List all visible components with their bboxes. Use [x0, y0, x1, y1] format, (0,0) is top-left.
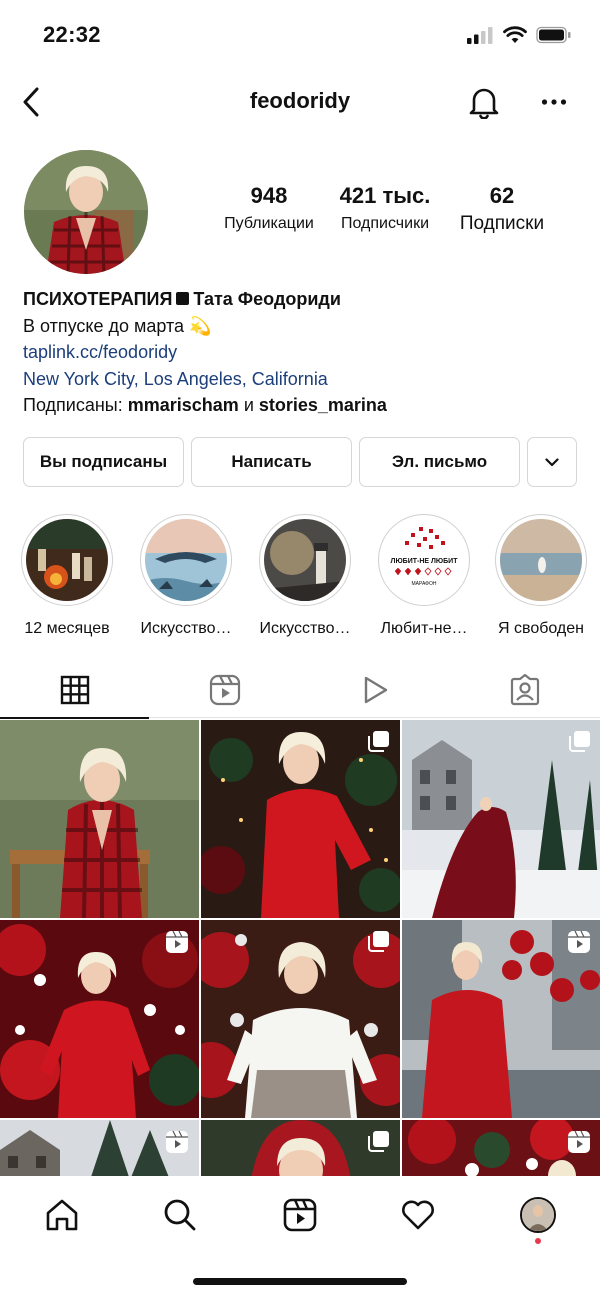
post-thumbnail[interactable]	[402, 1120, 600, 1176]
home-indicator	[193, 1278, 407, 1285]
reel-icon	[166, 930, 188, 953]
profile-tabs	[0, 662, 600, 719]
highlight-cover	[145, 519, 227, 601]
bio-status-text: В отпуске до марта	[23, 315, 185, 336]
followed-by-separator: и	[238, 395, 259, 415]
followers-count-value: 421 тыс.	[339, 183, 431, 208]
highlight-label: Любит-не…	[380, 620, 468, 637]
nav-profile[interactable]	[508, 1194, 568, 1236]
profile-avatar[interactable]	[24, 150, 148, 274]
nav-reels[interactable]	[270, 1194, 330, 1236]
highlight-label: Искусство…	[140, 620, 232, 637]
profile-username: feodoridy	[249, 88, 351, 113]
following-button[interactable]: Вы подписаны	[23, 437, 184, 487]
highlight-cover	[500, 519, 582, 601]
reel-icon	[568, 1130, 590, 1153]
following-count-value: 62	[489, 183, 515, 208]
post-thumbnail[interactable]	[402, 720, 600, 918]
carousel-icon	[569, 731, 590, 752]
reels-icon	[209, 674, 241, 706]
highlight-label: Искусство…	[259, 620, 351, 637]
profile-notification-dot	[535, 1238, 541, 1244]
highlight-art-title: ЛЮБИТ-НЕ ЛЮБИТ	[391, 558, 459, 565]
notifications-button[interactable]	[466, 82, 502, 122]
nav-search[interactable]	[150, 1194, 210, 1236]
chevron-down-icon	[545, 457, 559, 466]
cellular-signal-icon	[467, 27, 493, 44]
highlight-label: Я свободен	[498, 620, 584, 637]
battery-icon	[536, 26, 571, 44]
reels-icon	[283, 1198, 317, 1232]
profile-bio: ПСИХОТЕРАПИЯ Тата Феодориди В отпуске до …	[23, 286, 583, 419]
suggested-accounts-button[interactable]	[527, 437, 577, 487]
posts-count-value: 948	[250, 183, 288, 208]
following-count[interactable]: 62 Подписки	[446, 183, 558, 235]
dizzy-emoji-icon: 💫	[189, 315, 212, 336]
following-count-label: Подписки	[459, 213, 545, 234]
profile-header: feodoridy	[0, 78, 600, 126]
email-button[interactable]: Эл. письмо	[359, 437, 520, 487]
profile-avatar-small	[520, 1197, 556, 1233]
message-button[interactable]: Написать	[191, 437, 352, 487]
followers-count[interactable]: 421 тыс. Подписчики	[330, 183, 440, 233]
bio-name-part2: Тата Феодориди	[193, 289, 341, 309]
reel-icon	[166, 1130, 188, 1153]
heart-icon	[402, 1200, 434, 1230]
highlight-cover	[26, 519, 108, 601]
post-thumbnail[interactable]	[201, 920, 400, 1118]
tagged-user-icon	[510, 674, 540, 706]
nav-home[interactable]	[32, 1194, 92, 1236]
highlight-item[interactable]: Искусство…	[246, 514, 364, 638]
search-icon	[164, 1199, 196, 1231]
posts-grid	[0, 720, 600, 1176]
highlight-item[interactable]: ЛЮБИТ-НЕ ЛЮБИТ МАРАФОН Любит-не…	[365, 514, 483, 638]
active-tab-indicator	[0, 717, 149, 719]
bell-icon	[469, 88, 499, 119]
black-square-icon	[176, 292, 190, 306]
highlight-cover: ЛЮБИТ-НЕ ЛЮБИТ МАРАФОН	[383, 519, 465, 601]
more-horizontal-icon	[541, 99, 567, 105]
post-thumbnail[interactable]	[0, 1120, 199, 1176]
posts-count[interactable]: 948 Публикации	[212, 183, 326, 233]
bio-name: ПСИХОТЕРАПИЯ Тата Феодориди	[23, 286, 583, 313]
highlight-item[interactable]: Я свободен	[482, 514, 600, 638]
highlight-label: 12 месяцев	[24, 620, 110, 637]
followers-count-label: Подписчики	[340, 215, 429, 232]
status-icons	[466, 26, 572, 44]
followed-by-user-1: mmarischam	[127, 395, 239, 415]
more-options-button[interactable]	[536, 82, 572, 122]
wifi-icon	[503, 26, 527, 43]
tab-tagged[interactable]	[450, 662, 600, 718]
highlight-item[interactable]: 12 месяцев	[8, 514, 126, 638]
bio-name-part1: ПСИХОТЕРАПИЯ	[23, 289, 173, 309]
tab-posts-grid[interactable]	[0, 662, 150, 719]
bio-link[interactable]: taplink.cc/feodoridy	[23, 339, 583, 366]
followed-by-user-2: stories_marina	[258, 395, 387, 415]
play-icon	[364, 676, 388, 704]
tab-videos[interactable]	[300, 662, 450, 718]
carousel-icon	[368, 731, 389, 752]
posts-count-label: Публикации	[224, 215, 314, 232]
followed-by[interactable]: Подписаны: mmarischam и stories_marina	[23, 392, 583, 419]
nav-activity[interactable]	[388, 1194, 448, 1236]
carousel-icon	[368, 931, 389, 952]
bio-status: В отпуске до марта 💫	[23, 313, 583, 340]
carousel-icon	[368, 1131, 389, 1152]
post-thumbnail[interactable]	[402, 920, 600, 1118]
reel-icon	[568, 930, 590, 953]
post-thumbnail[interactable]	[201, 720, 400, 918]
highlight-cover	[264, 519, 346, 601]
highlight-art-subtitle: МАРАФОН	[412, 581, 437, 587]
highlight-item[interactable]: Искусство…	[127, 514, 245, 638]
post-thumbnail[interactable]	[0, 720, 199, 918]
tab-reels[interactable]	[150, 662, 300, 718]
followed-by-prefix: Подписаны:	[23, 395, 128, 415]
grid-icon	[60, 675, 90, 705]
status-time: 22:32	[43, 22, 101, 47]
post-thumbnail[interactable]	[201, 1120, 400, 1176]
status-bar: 22:32	[0, 0, 600, 70]
post-thumbnail[interactable]	[0, 920, 199, 1118]
bio-location[interactable]: New York City, Los Angeles, California	[23, 366, 583, 393]
home-icon	[46, 1199, 78, 1231]
